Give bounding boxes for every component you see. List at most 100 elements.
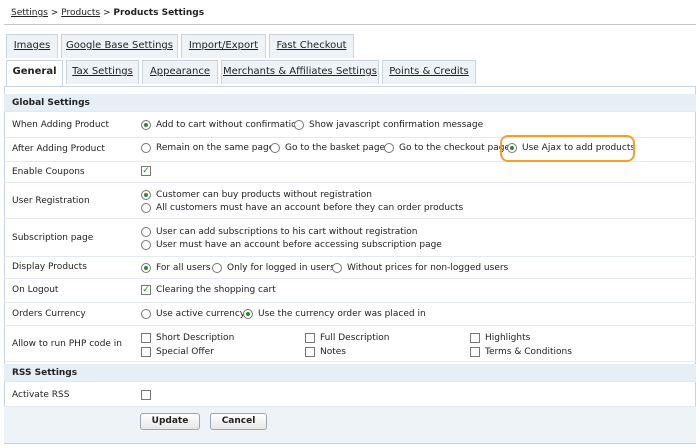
radio-icon[interactable]: [212, 263, 222, 273]
tab-import-export[interactable]: Import/Export: [181, 34, 266, 58]
checkbox-php-full-description[interactable]: Full Description: [305, 333, 390, 343]
tab-images[interactable]: Images: [6, 34, 58, 58]
checkbox-php-special-offer[interactable]: Special Offer: [141, 347, 214, 357]
checkbox-icon[interactable]: [141, 333, 151, 343]
row-user-registration: User Registration: [4, 183, 696, 219]
tab-merchants-affiliates[interactable]: Merchants & Affiliates Settings: [221, 60, 379, 84]
tab-google-base-settings[interactable]: Google Base Settings: [61, 34, 178, 58]
radio-display-without-prices[interactable]: Without prices for non-logged users: [332, 263, 508, 273]
radio-remain-same-page[interactable]: Remain on the same page: [141, 143, 274, 153]
field-label: Enable Coupons: [12, 167, 85, 177]
radio-require-account[interactable]: All customers must have an account befor…: [141, 203, 463, 213]
checkbox-php-notes[interactable]: Notes: [305, 347, 346, 357]
radio-use-active-currency[interactable]: Use active currency: [141, 309, 245, 319]
checkbox-php-highlights[interactable]: Highlights: [470, 333, 530, 343]
radio-use-order-currency[interactable]: Use the currency order was placed in: [243, 309, 426, 319]
radio-icon[interactable]: [141, 143, 151, 153]
radio-display-logged-in[interactable]: Only for logged in users: [212, 263, 335, 273]
radio-icon[interactable]: [294, 120, 304, 130]
section-title: Global Settings: [12, 98, 90, 108]
field-label: After Adding Product: [12, 144, 105, 154]
checkbox-icon[interactable]: [470, 347, 480, 357]
field-label: User Registration: [12, 196, 90, 206]
option-label: Use the currency order was placed in: [258, 309, 426, 319]
tab-appearance[interactable]: Appearance: [142, 60, 218, 84]
breadcrumb-separator: >: [102, 8, 111, 18]
checkmark-icon[interactable]: ✓: [141, 166, 151, 176]
checkbox-icon[interactable]: [141, 347, 151, 357]
radio-selected-icon[interactable]: [141, 120, 151, 130]
field-label: Orders Currency: [12, 309, 86, 319]
tab-tax-settings[interactable]: Tax Settings: [66, 60, 139, 84]
radio-icon[interactable]: [332, 263, 342, 273]
radio-icon[interactable]: [141, 309, 151, 319]
option-label: Go to the basket page: [285, 143, 386, 153]
radio-go-checkout[interactable]: Go to the checkout page: [384, 143, 510, 153]
option-label: User must have an account before accessi…: [156, 240, 442, 250]
radio-go-basket[interactable]: Go to the basket page: [270, 143, 385, 153]
breadcrumb-products-link[interactable]: Products: [61, 8, 100, 18]
radio-selected-icon[interactable]: [141, 263, 151, 273]
update-button[interactable]: Update: [140, 413, 200, 430]
radio-subscription-require-account[interactable]: User must have an account before accessi…: [141, 240, 442, 250]
highlight-callout: [500, 135, 635, 162]
checkbox-icon[interactable]: [141, 390, 151, 400]
checkbox-icon[interactable]: [470, 333, 480, 343]
radio-icon[interactable]: [141, 227, 151, 237]
option-label: Go to the checkout page: [399, 143, 510, 153]
field-label: On Logout: [12, 285, 59, 295]
option-label: Only for logged in users: [227, 263, 335, 273]
breadcrumb-settings-link[interactable]: Settings: [11, 8, 48, 18]
option-label: Full Description: [320, 333, 390, 343]
checkmark-icon[interactable]: ✓: [141, 285, 151, 295]
radio-display-all-users[interactable]: For all users: [141, 263, 211, 273]
checkbox-icon[interactable]: [305, 347, 315, 357]
option-label: User can add subscriptions to his cart w…: [156, 227, 418, 237]
field-label: When Adding Product: [12, 120, 110, 130]
checkbox-activate-rss[interactable]: [141, 390, 156, 400]
radio-icon[interactable]: [141, 240, 151, 250]
checkbox-clear-cart[interactable]: ✓ Clearing the shopping cart: [141, 285, 276, 295]
checkbox-icon[interactable]: [305, 333, 315, 343]
section-rss-settings: RSS Settings: [4, 364, 696, 382]
section-global-settings: Global Settings: [4, 94, 696, 112]
field-label: Display Products: [12, 262, 87, 272]
header-divider: [4, 24, 696, 25]
tab-general[interactable]: General: [6, 60, 63, 86]
radio-icon[interactable]: [141, 203, 151, 213]
radio-selected-icon[interactable]: [141, 190, 151, 200]
section-title: RSS Settings: [12, 368, 78, 378]
checkbox-php-terms[interactable]: Terms & Conditions: [470, 347, 572, 357]
option-label: Customer can buy products without regist…: [156, 190, 372, 200]
checkbox-php-short-description[interactable]: Short Description: [141, 333, 234, 343]
row-activate-rss: Activate RSS: [4, 384, 696, 407]
breadcrumb-current: Products Settings: [113, 8, 205, 18]
radio-subscription-without-registration[interactable]: User can add subscriptions to his cart w…: [141, 227, 417, 237]
row-enable-coupons: Enable Coupons: [4, 162, 696, 183]
option-label: All customers must have an account befor…: [156, 203, 464, 213]
radio-icon[interactable]: [270, 143, 280, 153]
option-label: Short Description: [156, 333, 235, 343]
option-label: Remain on the same page: [156, 143, 275, 153]
field-label: Activate RSS: [12, 390, 70, 400]
option-label: Notes: [320, 347, 346, 357]
option-label: Terms & Conditions: [485, 347, 572, 357]
radio-show-js-confirmation[interactable]: Show javascript confirmation message: [294, 120, 483, 130]
cancel-button[interactable]: Cancel: [210, 413, 267, 430]
radio-buy-without-registration[interactable]: Customer can buy products without regist…: [141, 190, 372, 200]
radio-add-without-confirmation[interactable]: Add to cart without confirmation: [141, 120, 302, 130]
option-label: Without prices for non-logged users: [347, 263, 509, 273]
option-label: For all users: [156, 263, 211, 273]
tab-fast-checkout[interactable]: Fast Checkout: [269, 34, 354, 58]
tab-points-credits[interactable]: Points & Credits: [382, 60, 476, 84]
radio-icon[interactable]: [384, 143, 394, 153]
radio-selected-icon[interactable]: [243, 309, 253, 319]
option-label: Show javascript confirmation message: [309, 120, 484, 130]
option-label: Add to cart without confirmation: [156, 120, 303, 130]
breadcrumb-separator: >: [50, 8, 59, 18]
checkbox-enable-coupons[interactable]: ✓: [141, 166, 156, 176]
form-footer: [4, 407, 696, 443]
option-label: Clearing the shopping cart: [156, 285, 276, 295]
option-label: Special Offer: [156, 347, 214, 357]
field-label: Allow to run PHP code in: [12, 339, 123, 349]
